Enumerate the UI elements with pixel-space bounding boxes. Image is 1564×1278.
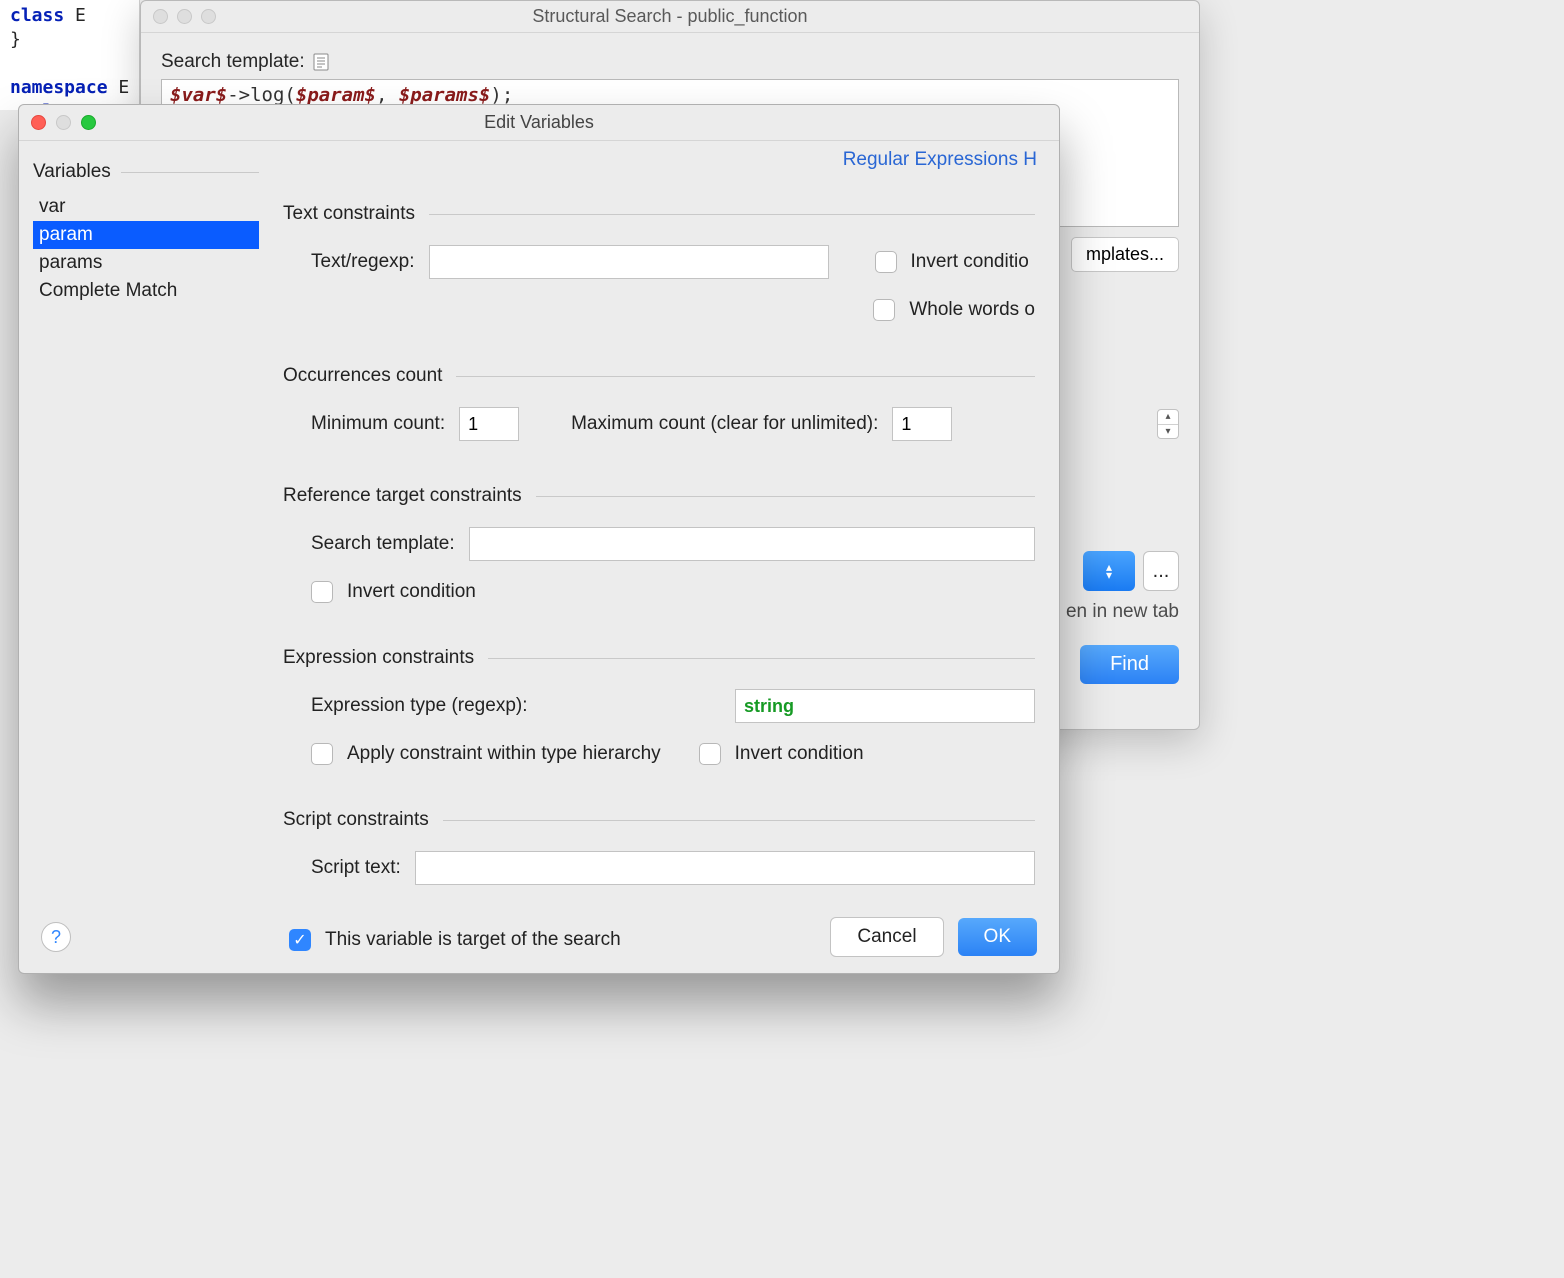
- ref-invert-checkbox[interactable]: [311, 581, 333, 603]
- find-button[interactable]: Find: [1080, 645, 1179, 684]
- ev-titlebar: Edit Variables: [19, 105, 1059, 141]
- maximum-count-label: Maximum count (clear for unlimited):: [571, 413, 878, 435]
- apply-hierarchy-checkbox[interactable]: [311, 743, 333, 765]
- code-keyword: namespace: [10, 77, 108, 98]
- expression-type-input[interactable]: [735, 689, 1035, 723]
- zoom-icon[interactable]: [81, 115, 96, 130]
- scope-ellipsis-button[interactable]: ...: [1143, 551, 1179, 591]
- regex-help-link[interactable]: Regular Expressions H: [843, 149, 1037, 171]
- document-icon: [313, 52, 329, 72]
- ss-window-title: Structural Search - public_function: [532, 6, 807, 27]
- script-text-input[interactable]: [415, 851, 1035, 885]
- scope-dropdown[interactable]: ▴▾: [1083, 551, 1135, 591]
- code-editor: class E } namespace E class E: [0, 0, 140, 110]
- section-occurrences: Occurrences count: [283, 365, 442, 387]
- minimize-icon[interactable]: [177, 9, 192, 24]
- variable-item-var[interactable]: var: [33, 193, 259, 221]
- text-regexp-input[interactable]: [429, 245, 829, 279]
- variables-panel: Variables var param params Complete Matc…: [19, 141, 259, 973]
- templates-button[interactable]: mplates...: [1071, 237, 1179, 272]
- ok-button[interactable]: OK: [958, 918, 1037, 956]
- open-in-new-tab-label: en in new tab: [1066, 601, 1179, 623]
- traffic-lights: [31, 115, 96, 130]
- expression-type-label: Expression type (regexp):: [311, 695, 721, 717]
- whole-words-label: Whole words o: [909, 299, 1035, 321]
- close-icon[interactable]: [153, 9, 168, 24]
- section-reference: Reference target constraints: [283, 485, 522, 507]
- dialog-footer: ? Cancel OK: [19, 917, 1059, 957]
- divider: [121, 172, 259, 173]
- variables-section-label: Variables: [33, 161, 111, 183]
- search-template-label: Search template:: [161, 51, 305, 73]
- chevron-up-icon[interactable]: ▴: [1158, 410, 1178, 425]
- ref-search-template-label: Search template:: [311, 533, 455, 555]
- maximum-count-input[interactable]: [892, 407, 952, 441]
- variable-item-params[interactable]: params: [33, 249, 259, 277]
- edit-variables-window: Edit Variables Regular Expressions H Var…: [18, 104, 1060, 974]
- whole-words-checkbox[interactable]: [873, 299, 895, 321]
- zoom-icon[interactable]: [201, 9, 216, 24]
- section-script: Script constraints: [283, 809, 429, 831]
- invert-condition-label: Invert conditio: [911, 251, 1029, 273]
- close-icon[interactable]: [31, 115, 46, 130]
- scope-select-wrap: ▴▾ ...: [1083, 551, 1179, 591]
- ev-window-title: Edit Variables: [484, 112, 594, 133]
- constraints-form: Text constraints Text/regexp: Invert con…: [259, 141, 1059, 973]
- variable-item-param[interactable]: param: [33, 221, 259, 249]
- minimize-icon[interactable]: [56, 115, 71, 130]
- expr-invert-label: Invert condition: [735, 743, 864, 765]
- chevron-down-icon[interactable]: ▾: [1158, 425, 1178, 439]
- variables-list[interactable]: var param params Complete Match: [33, 193, 259, 305]
- help-icon[interactable]: ?: [41, 922, 71, 952]
- expr-invert-checkbox[interactable]: [699, 743, 721, 765]
- minimum-count-label: Minimum count:: [311, 413, 445, 435]
- ref-search-template-input[interactable]: [469, 527, 1035, 561]
- section-text-constraints: Text constraints: [283, 203, 415, 225]
- text-regexp-label: Text/regexp:: [311, 251, 415, 273]
- traffic-lights: [153, 9, 216, 24]
- ref-invert-label: Invert condition: [347, 581, 476, 603]
- ss-titlebar: Structural Search - public_function: [141, 1, 1199, 33]
- minimum-count-input[interactable]: [459, 407, 519, 441]
- section-expression: Expression constraints: [283, 647, 474, 669]
- variable-item-complete-match[interactable]: Complete Match: [33, 277, 259, 305]
- apply-hierarchy-label: Apply constraint within type hierarchy: [347, 743, 661, 765]
- cancel-button[interactable]: Cancel: [830, 917, 943, 957]
- code-keyword: class: [10, 5, 64, 26]
- invert-condition-checkbox[interactable]: [875, 251, 897, 273]
- script-text-label: Script text:: [311, 857, 401, 879]
- number-stepper[interactable]: ▴ ▾: [1157, 409, 1179, 439]
- templates-button-wrap: mplates...: [1071, 237, 1179, 272]
